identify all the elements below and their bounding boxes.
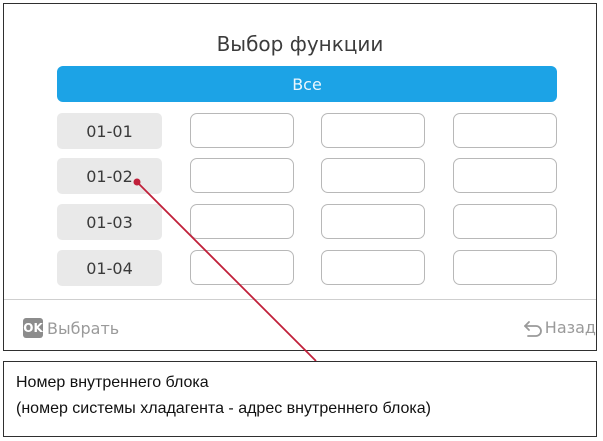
- function-cell[interactable]: [190, 204, 294, 239]
- unit-row: 01-01: [57, 113, 557, 149]
- function-cell[interactable]: [321, 158, 425, 193]
- function-cell[interactable]: [190, 113, 294, 148]
- callout-line-1: Номер внутреннего блока: [16, 374, 209, 391]
- function-cell[interactable]: [321, 204, 425, 239]
- page-title: Выбор функции: [216, 32, 384, 56]
- function-select-screen: Выбор функции Все 01-01 01-02 01-03 01-0…: [3, 3, 597, 351]
- select-action[interactable]: OK Выбрать: [23, 318, 119, 338]
- function-cell[interactable]: [190, 250, 294, 285]
- function-cell[interactable]: [321, 113, 425, 148]
- function-cell[interactable]: [190, 158, 294, 193]
- unit-number-label[interactable]: 01-01: [57, 113, 162, 149]
- function-cell[interactable]: [453, 113, 557, 148]
- unit-row: 01-02: [57, 158, 557, 194]
- unit-number-label[interactable]: 01-02: [57, 158, 162, 194]
- unit-row: 01-04: [57, 250, 557, 286]
- select-all-button[interactable]: Все: [57, 66, 557, 102]
- unit-number-label[interactable]: 01-04: [57, 250, 162, 286]
- unit-row: 01-03: [57, 204, 557, 240]
- select-label: Выбрать: [47, 318, 120, 338]
- function-cell[interactable]: [453, 158, 557, 193]
- callout-line-2: (номер системы хладагента - адрес внутре…: [16, 400, 431, 417]
- function-cell[interactable]: [453, 204, 557, 239]
- callout-box: Номер внутреннего блока (номер системы х…: [3, 361, 597, 437]
- ok-key-icon: OK: [23, 318, 43, 338]
- return-arrow-icon: [523, 320, 542, 337]
- function-cell[interactable]: [453, 250, 557, 285]
- back-label: Назад: [544, 318, 596, 337]
- function-cell[interactable]: [321, 250, 425, 285]
- back-action[interactable]: Назад: [523, 318, 596, 337]
- unit-number-label[interactable]: 01-03: [57, 204, 162, 240]
- footer-divider: [4, 299, 596, 300]
